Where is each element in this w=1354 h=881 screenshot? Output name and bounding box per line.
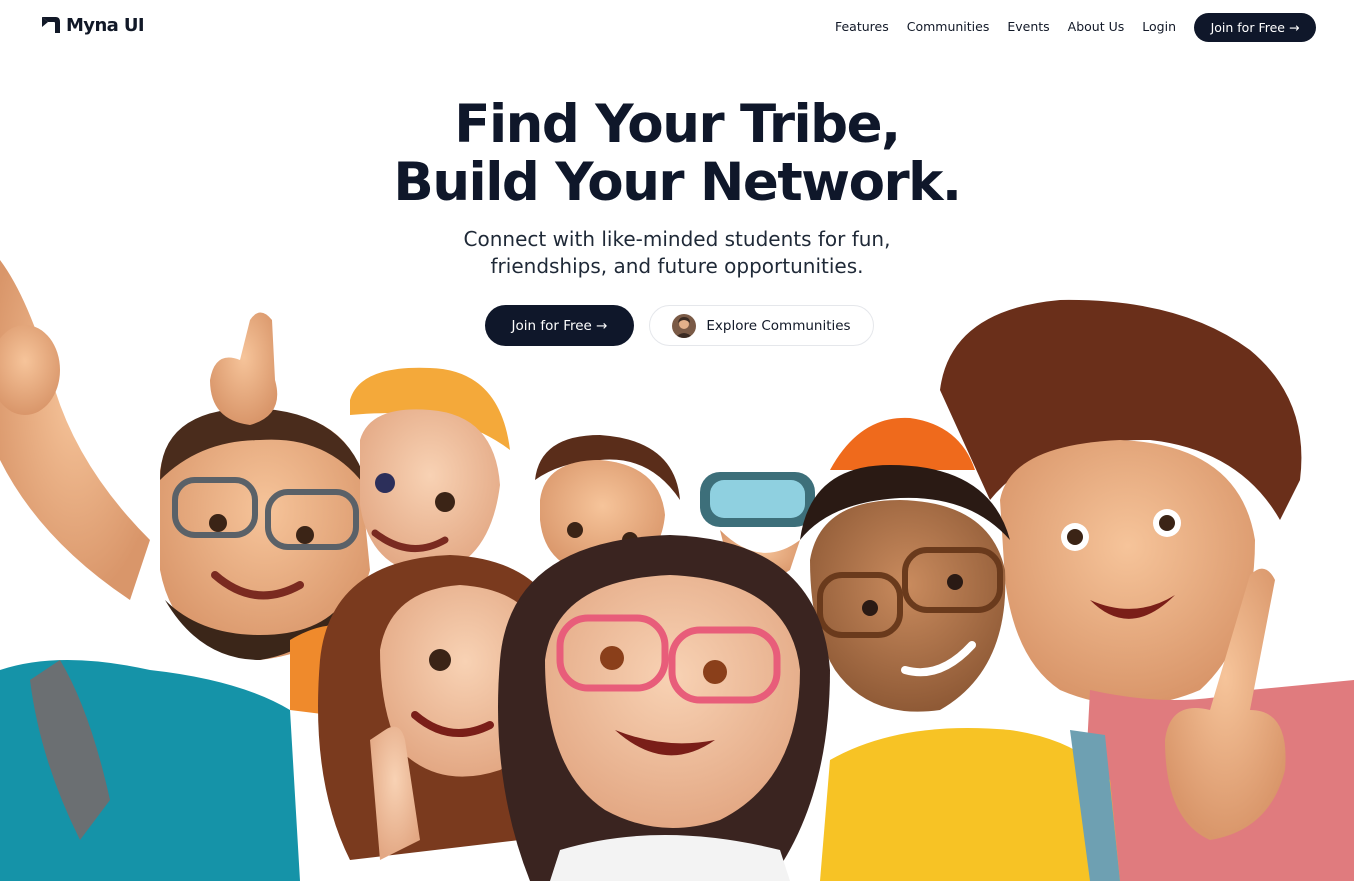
nav-link-features[interactable]: Features [835, 12, 889, 42]
explore-communities-label: Explore Communities [706, 317, 851, 334]
hero-subtitle-line1: Connect with like-minded students for fu… [463, 227, 891, 251]
nav-link-login[interactable]: Login [1142, 12, 1176, 42]
hero-join-button[interactable]: Join for Free → [485, 305, 634, 346]
myna-logo-icon [42, 17, 60, 33]
hero-subtitle: Connect with like-minded students for fu… [0, 226, 1354, 280]
brand-logo[interactable]: Myna UI [40, 14, 145, 36]
avatar-image [672, 313, 697, 338]
nav-join-button[interactable]: Join for Free → [1194, 12, 1316, 42]
nav-links: Features Communities Events About Us Log… [835, 12, 1316, 42]
avatar [672, 313, 697, 338]
top-nav: Myna UI Features Communities Events Abou… [0, 0, 1354, 54]
brand-name: Myna UI [66, 14, 145, 36]
hero-title-line2: Build Your Network. [393, 152, 962, 213]
nav-link-events[interactable]: Events [1007, 12, 1049, 42]
hero-title: Find Your Tribe, Build Your Network. [0, 96, 1354, 212]
explore-communities-button[interactable]: Explore Communities [649, 305, 874, 346]
landing-page: Myna UI Features Communities Events Abou… [0, 0, 1354, 881]
hero-title-line1: Find Your Tribe, [454, 94, 901, 155]
nav-link-about-us[interactable]: About Us [1068, 12, 1125, 42]
nav-link-communities[interactable]: Communities [907, 12, 990, 42]
hero-subtitle-line2: friendships, and future opportunities. [490, 254, 864, 278]
